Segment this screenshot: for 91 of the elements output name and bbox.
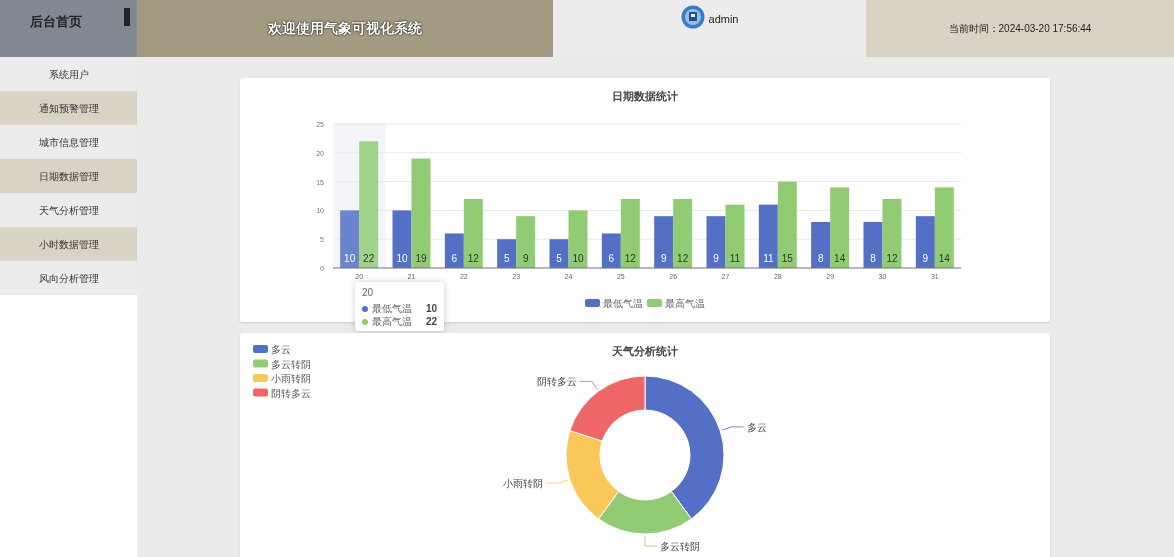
data-label: 9 (922, 253, 929, 264)
series-value: 22 (426, 315, 438, 329)
leader-line (579, 381, 598, 390)
legend-item[interactable]: 最高气温 (647, 298, 705, 309)
bar[interactable] (549, 239, 569, 268)
chart-title: 日期数据统计 (612, 90, 678, 102)
donut-slice[interactable] (565, 430, 620, 520)
bar[interactable] (654, 216, 674, 268)
leader-line (546, 479, 569, 484)
data-label: 9 (660, 253, 667, 264)
bar[interactable] (673, 198, 693, 268)
leader-line (721, 426, 744, 431)
sidebar-item[interactable]: 通知预警管理 (0, 91, 137, 125)
donut-slice[interactable] (598, 490, 692, 535)
bar[interactable] (463, 198, 483, 268)
sidebar-item[interactable]: 日期数据管理 (0, 159, 137, 193)
data-label: 6 (451, 253, 458, 264)
bar[interactable] (568, 210, 588, 268)
bar[interactable] (882, 198, 902, 268)
series-name: 最高气温 (372, 315, 413, 329)
data-label: 12 (467, 253, 479, 264)
data-label: 6 (608, 253, 615, 264)
data-label: 15 (781, 253, 793, 264)
legend-label: 最低气温 (603, 298, 643, 309)
bar[interactable] (811, 221, 831, 268)
donut-slice[interactable] (569, 375, 646, 442)
data-label: 5 (503, 253, 510, 264)
legend-item[interactable]: 小雨转阴 (253, 373, 311, 384)
avatar-icon[interactable] (680, 5, 705, 29)
bar[interactable] (359, 141, 379, 268)
header-title: 欢迎使用气象可视化系统 (268, 19, 422, 38)
toggle-bar-icon[interactable] (124, 8, 130, 26)
tooltip-title: 20 (362, 286, 375, 300)
legend-label: 最高气温 (665, 298, 705, 309)
bar[interactable] (830, 187, 850, 268)
series-value: 10 (426, 302, 438, 316)
leader-line (644, 535, 658, 547)
legend-label: 阴转多云 (271, 387, 311, 399)
sidebar-title: 后台首页 (30, 13, 82, 31)
series-name: 最低气温 (372, 302, 413, 316)
data-label: 10 (396, 253, 408, 264)
slice-label: 小雨转阴 (503, 478, 544, 490)
data-label: 10 (572, 253, 584, 264)
legend-item[interactable]: 多云 (253, 344, 291, 355)
bar[interactable] (706, 216, 726, 268)
data-label: 9 (522, 253, 529, 264)
sidebar-item[interactable]: 风向分析管理 (0, 261, 137, 295)
sidebar-item[interactable]: 小时数据管理 (0, 227, 137, 261)
data-label: 22 (363, 253, 375, 264)
bar[interactable] (915, 216, 935, 268)
bar[interactable] (411, 158, 431, 268)
current-time: 当前时间：2024-03-20 17:56:44 (948, 22, 1092, 36)
legend-label: 多云 (271, 344, 291, 355)
data-label: 11 (763, 253, 774, 264)
data-label: 12 (677, 253, 689, 264)
legend-label: 小雨转阴 (271, 373, 311, 384)
sidebar-item[interactable]: 系统用户 (0, 57, 137, 91)
bar[interactable] (758, 204, 778, 268)
legend-item[interactable]: 最低气温 (585, 298, 643, 309)
data-label: 10 (344, 253, 356, 264)
bar[interactable] (601, 233, 621, 268)
legend-item[interactable]: 阴转多云 (253, 387, 311, 399)
bar[interactable] (497, 239, 517, 268)
slice-label: 多云转阴 (660, 541, 700, 552)
sidebar-item[interactable]: 天气分析管理 (0, 193, 137, 227)
bar[interactable] (725, 204, 745, 268)
data-label: 14 (834, 253, 846, 264)
data-label: 19 (415, 253, 427, 264)
bar[interactable] (392, 210, 412, 268)
legend-item[interactable]: 多云转阴 (253, 358, 311, 370)
sidebar-item[interactable]: 城市信息管理 (0, 125, 137, 159)
data-label: 9 (713, 253, 719, 264)
username[interactable]: admin (708, 11, 739, 28)
slice-label: 多云 (746, 421, 767, 433)
data-label: 12 (886, 253, 898, 264)
data-label: 5 (556, 253, 562, 264)
data-label: 8 (870, 253, 876, 264)
data-label: 12 (624, 253, 636, 264)
bar[interactable] (934, 187, 954, 268)
slice-label: 阴转多云 (536, 376, 577, 388)
bar[interactable] (444, 233, 464, 268)
chart-title: 天气分析统计 (612, 345, 678, 357)
bar[interactable] (340, 210, 360, 268)
data-label: 8 (817, 253, 824, 264)
data-label: 14 (938, 253, 950, 264)
bar[interactable] (863, 221, 883, 268)
data-label: 11 (729, 253, 741, 264)
bar[interactable] (620, 198, 640, 268)
legend-label: 多云转阴 (271, 358, 311, 370)
bar[interactable] (516, 216, 536, 268)
donut-slice[interactable] (644, 375, 725, 520)
